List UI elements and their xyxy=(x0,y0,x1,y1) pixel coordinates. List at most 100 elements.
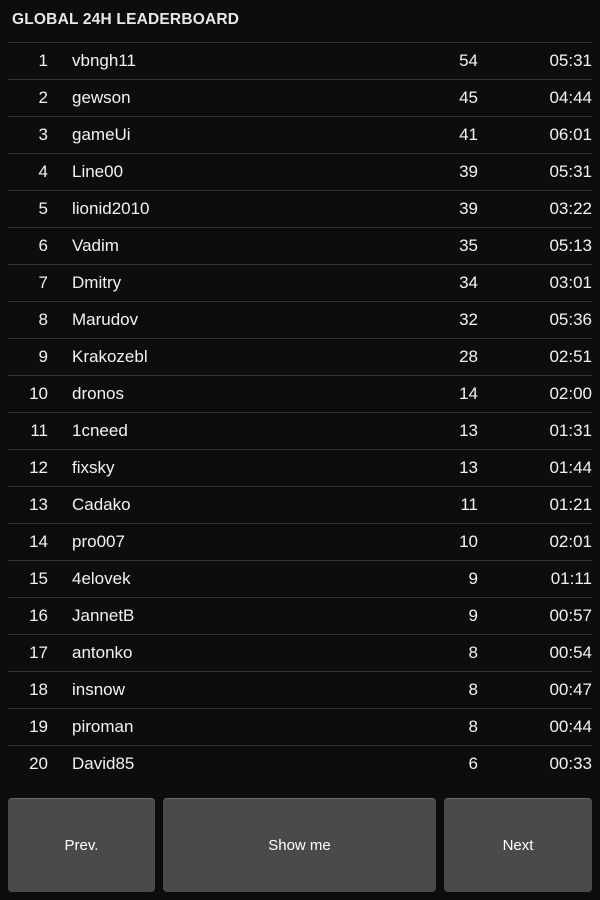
table-row[interactable]: 9 Krakozebl 28 02:51 xyxy=(8,338,592,375)
table-row-content: 4 Line00 39 05:31 xyxy=(8,154,592,190)
table-row-content: 5 lionid2010 39 03:22 xyxy=(8,191,592,227)
name-cell: Cadako xyxy=(72,495,131,514)
score-cell: 34 xyxy=(459,273,478,292)
time-cell: 01:31 xyxy=(549,421,592,440)
table-row[interactable]: 16 JannetB 9 00:57 xyxy=(8,597,592,634)
table-row-content: 20 David85 6 00:33 xyxy=(8,746,592,782)
time-cell: 05:31 xyxy=(549,162,592,181)
score-cell: 9 xyxy=(468,606,478,625)
name-cell: JannetB xyxy=(72,606,135,625)
table-row-content: 16 JannetB 9 00:57 xyxy=(8,598,592,634)
table-row[interactable]: 7 Dmitry 34 03:01 xyxy=(8,264,592,301)
table-row-content: 12 fixsky 13 01:44 xyxy=(8,450,592,486)
score-cell: 9 xyxy=(468,569,478,588)
rank-cell: 8 xyxy=(38,310,48,329)
time-cell: 04:44 xyxy=(549,88,592,107)
table-row[interactable]: 17 antonko 8 00:54 xyxy=(8,634,592,671)
table-row[interactable]: 14 pro007 10 02:01 xyxy=(8,523,592,560)
score-cell: 8 xyxy=(468,717,478,736)
name-cell: 1cneed xyxy=(72,421,128,440)
score-cell: 54 xyxy=(459,51,478,70)
table-row[interactable]: 6 Vadim 35 05:13 xyxy=(8,227,592,264)
table-row[interactable]: 18 insnow 8 00:47 xyxy=(8,671,592,708)
table-row-content: 10 dronos 14 02:00 xyxy=(8,376,592,412)
time-cell: 02:51 xyxy=(549,347,592,366)
name-cell: dronos xyxy=(72,384,124,403)
table-row[interactable]: 5 lionid2010 39 03:22 xyxy=(8,190,592,227)
table-row-content: 6 Vadim 35 05:13 xyxy=(8,228,592,264)
rank-cell: 4 xyxy=(38,162,48,181)
name-cell: 4elovek xyxy=(72,569,131,588)
score-cell: 11 xyxy=(460,495,478,514)
page-title: GLOBAL 24H LEADERBOARD xyxy=(12,11,240,28)
score-cell: 28 xyxy=(459,347,478,366)
table-row[interactable]: 13 Cadako 11 01:21 xyxy=(8,486,592,523)
table-row-content: 19 piroman 8 00:44 xyxy=(8,709,592,745)
name-cell: antonko xyxy=(72,643,133,662)
rank-cell: 7 xyxy=(38,273,48,292)
name-cell: Dmitry xyxy=(72,273,122,292)
score-cell: 6 xyxy=(468,754,478,773)
score-cell: 45 xyxy=(459,88,478,107)
table-row[interactable]: 8 Marudov 32 05:36 xyxy=(8,301,592,338)
rank-cell: 10 xyxy=(29,384,48,403)
name-cell: lionid2010 xyxy=(72,199,150,218)
name-cell: Vadim xyxy=(72,236,119,255)
table-row[interactable]: 10 dronos 14 02:00 xyxy=(8,375,592,412)
time-cell: 05:36 xyxy=(549,310,592,329)
table-row[interactable]: 11 1cneed 13 01:31 xyxy=(8,412,592,449)
score-cell: 8 xyxy=(468,643,478,662)
score-cell: 13 xyxy=(459,421,478,440)
table-row[interactable]: 4 Line00 39 05:31 xyxy=(8,153,592,190)
score-cell: 8 xyxy=(468,680,478,699)
time-cell: 00:33 xyxy=(549,754,592,773)
table-row[interactable]: 3 gameUi 41 06:01 xyxy=(8,116,592,153)
rank-cell: 16 xyxy=(29,606,48,625)
time-cell: 03:01 xyxy=(549,273,592,292)
table-row-content: 1 vbngh11 54 05:31 xyxy=(8,43,592,79)
table-row[interactable]: 20 David85 6 00:33 xyxy=(8,745,592,782)
rank-cell: 13 xyxy=(29,495,48,514)
table-row-content: 14 pro007 10 02:01 xyxy=(8,524,592,560)
table-row[interactable]: 15 4elovek 9 01:11 xyxy=(8,560,592,597)
pagination-bar: Prev. Show me Next xyxy=(0,798,600,892)
time-cell: 06:01 xyxy=(549,125,592,144)
rank-cell: 20 xyxy=(29,754,48,773)
score-cell: 39 xyxy=(459,162,478,181)
table-row[interactable]: 12 fixsky 13 01:44 xyxy=(8,449,592,486)
score-cell: 41 xyxy=(459,125,478,144)
prev-button[interactable]: Prev. xyxy=(8,798,155,892)
name-cell: pro007 xyxy=(72,532,125,551)
show-me-button[interactable]: Show me xyxy=(163,798,436,892)
table-row-content: 8 Marudov 32 05:36 xyxy=(8,302,592,338)
rank-cell: 1 xyxy=(38,51,48,70)
time-cell: 00:44 xyxy=(549,717,592,736)
table-row-content: 15 4elovek 9 01:11 xyxy=(8,561,592,597)
score-cell: 10 xyxy=(459,532,478,551)
table-row[interactable]: 2 gewson 45 04:44 xyxy=(8,79,592,116)
name-cell: piroman xyxy=(72,717,134,736)
rank-cell: 15 xyxy=(29,569,48,588)
time-cell: 02:01 xyxy=(549,532,592,551)
name-cell: Marudov xyxy=(72,310,139,329)
rank-cell: 18 xyxy=(29,680,48,699)
time-cell: 00:47 xyxy=(549,680,592,699)
name-cell: gameUi xyxy=(72,125,131,144)
table-row-content: 18 insnow 8 00:47 xyxy=(8,672,592,708)
score-cell: 35 xyxy=(459,236,478,255)
table-row-content: 7 Dmitry 34 03:01 xyxy=(8,265,592,301)
table-row-content: 2 gewson 45 04:44 xyxy=(8,80,592,116)
score-cell: 14 xyxy=(459,384,478,403)
leaderboard-screen: GLOBAL 24H LEADERBOARD 1 vbngh11 54 05:31 2 g… xyxy=(0,0,600,900)
time-cell: 02:00 xyxy=(549,384,592,403)
rank-cell: 3 xyxy=(38,125,48,144)
name-cell: Krakozebl xyxy=(72,347,148,366)
table-row-content: 3 gameUi 41 06:01 xyxy=(8,117,592,153)
next-button[interactable]: Next xyxy=(444,798,592,892)
table-row[interactable]: 19 piroman 8 00:44 xyxy=(8,708,592,745)
rank-cell: 5 xyxy=(38,199,48,218)
rank-cell: 14 xyxy=(29,532,48,551)
table-row-content: 11 1cneed 13 01:31 xyxy=(8,413,592,449)
table-row[interactable]: 1 vbngh11 54 05:31 xyxy=(8,42,592,79)
name-cell: insnow xyxy=(72,680,125,699)
